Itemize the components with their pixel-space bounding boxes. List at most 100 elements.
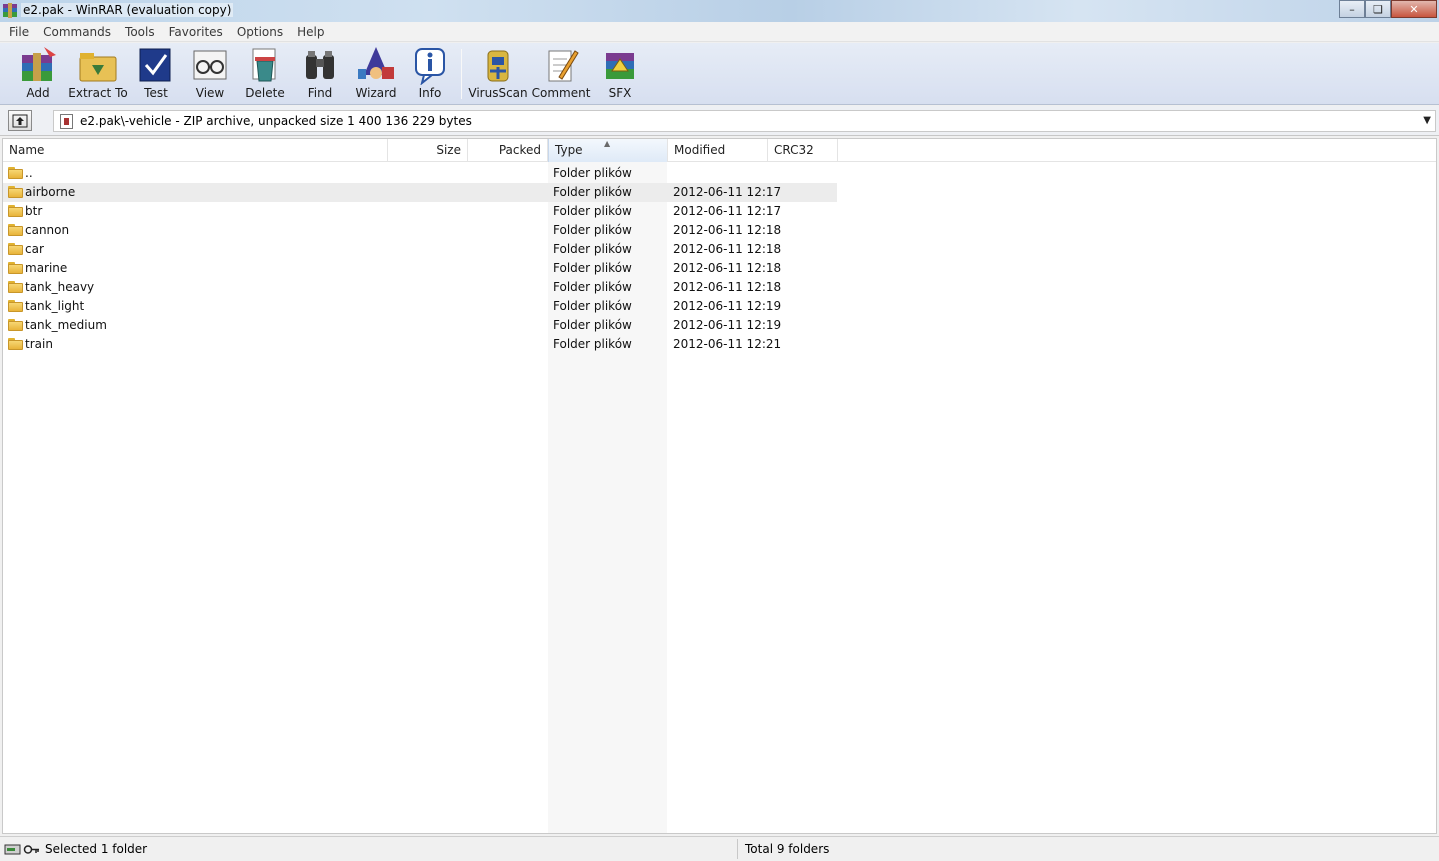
row-type: Folder plików — [553, 166, 632, 180]
comment-icon — [539, 45, 583, 85]
add-archive-icon — [16, 45, 60, 85]
row-modified: 2012-06-11 12:19 — [673, 299, 782, 313]
column-crc32[interactable]: CRC32 — [768, 139, 838, 162]
path-dropdown-icon[interactable]: ▼ — [1423, 115, 1431, 126]
table-row[interactable]: train Folder plików 2012-06-11 12:21 — [3, 335, 1436, 354]
sfx-label: SFX — [608, 86, 632, 100]
close-button[interactable]: ✕ — [1391, 0, 1437, 18]
table-row[interactable]: tank_light Folder plików 2012-06-11 12:19 — [3, 297, 1436, 316]
table-row[interactable]: tank_medium Folder plików 2012-06-11 12:19 — [3, 316, 1436, 335]
wizard-label: Wizard — [355, 86, 397, 100]
row-modified: 2012-06-11 12:19 — [673, 318, 782, 332]
menu-file[interactable]: File — [2, 22, 36, 42]
table-row[interactable]: cannon Folder plików 2012-06-11 12:18 — [3, 221, 1436, 240]
column-size[interactable]: Size — [388, 139, 468, 162]
table-row[interactable]: marine Folder plików 2012-06-11 12:18 — [3, 259, 1436, 278]
window-controls: – ❏ ✕ — [1339, 0, 1437, 18]
column-header: Name Size Packed Type ▲ Modified CRC32 — [3, 139, 1436, 162]
row-name: tank_medium — [25, 318, 107, 332]
column-modified[interactable]: Modified — [668, 139, 768, 162]
file-list[interactable]: Name Size Packed Type ▲ Modified CRC32 .… — [2, 138, 1437, 834]
wizard-button[interactable]: Wizard — [353, 45, 399, 101]
table-row[interactable]: .. Folder plików — [3, 164, 1436, 183]
sfx-button[interactable]: SFX — [598, 45, 642, 101]
menu-options[interactable]: Options — [230, 22, 290, 42]
extract-to-button[interactable]: Extract To — [68, 45, 128, 101]
status-selection: Selected 1 folder — [45, 842, 148, 856]
status-total: Total 9 folders — [745, 842, 830, 856]
archive-path-field[interactable]: e2.pak\-vehicle - ZIP archive, unpacked … — [53, 110, 1436, 132]
table-row[interactable]: car Folder plików 2012-06-11 12:18 — [3, 240, 1436, 259]
folder-icon — [8, 300, 23, 312]
extract-to-label: Extract To — [68, 86, 128, 100]
extract-to-icon — [76, 45, 120, 85]
toolbar-separator — [461, 49, 462, 99]
test-button[interactable]: Test — [134, 45, 178, 101]
view-button[interactable]: View — [188, 45, 232, 101]
row-name: .. — [25, 166, 33, 180]
virusscan-label: VirusScan — [468, 86, 528, 100]
row-modified: 2012-06-11 12:18 — [673, 261, 782, 275]
menu-favorites[interactable]: Favorites — [162, 22, 230, 42]
status-divider — [737, 839, 738, 859]
folder-icon — [8, 186, 23, 198]
view-icon — [188, 45, 232, 85]
add-label: Add — [26, 86, 50, 100]
row-name: marine — [25, 261, 68, 275]
column-name[interactable]: Name — [3, 139, 388, 162]
wizard-icon — [354, 45, 398, 85]
sfx-icon — [598, 45, 642, 85]
up-arrow-icon — [12, 114, 28, 127]
drive-key-icon — [4, 844, 39, 855]
virusscan-icon — [476, 45, 520, 85]
find-button[interactable]: Find — [298, 45, 342, 101]
title-bar: e2.pak - WinRAR (evaluation copy) – ❏ ✕ — [0, 0, 1439, 22]
folder-icon — [8, 319, 23, 331]
info-label: Info — [418, 86, 442, 100]
up-one-level-button[interactable] — [8, 110, 32, 131]
row-type: Folder plików — [553, 280, 632, 294]
row-type: Folder plików — [553, 242, 632, 256]
delete-icon — [243, 45, 287, 85]
folder-icon — [8, 224, 23, 236]
row-name: tank_heavy — [25, 280, 95, 294]
row-type: Folder plików — [553, 261, 632, 275]
find-label: Find — [307, 86, 333, 100]
test-label: Test — [144, 86, 168, 100]
window-title: e2.pak - WinRAR (evaluation copy) — [21, 3, 234, 17]
address-bar: e2.pak\-vehicle - ZIP archive, unpacked … — [0, 106, 1439, 136]
column-type[interactable]: Type ▲ — [548, 139, 668, 162]
table-row[interactable]: btr Folder plików 2012-06-11 12:17 — [3, 202, 1436, 221]
sort-ascending-icon: ▲ — [604, 139, 611, 148]
maximize-button[interactable]: ❏ — [1365, 0, 1391, 18]
row-name: tank_light — [25, 299, 85, 313]
row-name: btr — [25, 204, 43, 218]
table-row[interactable]: tank_heavy Folder plików 2012-06-11 12:18 — [3, 278, 1436, 297]
row-name: car — [25, 242, 44, 256]
delete-label: Delete — [245, 86, 285, 100]
folder-icon — [8, 243, 23, 255]
comment-button[interactable]: Comment — [532, 45, 590, 101]
menu-commands[interactable]: Commands — [36, 22, 118, 42]
row-modified: 2012-06-11 12:18 — [673, 242, 782, 256]
add-button[interactable]: Add — [14, 45, 62, 101]
toolbar: Add Extract To Test View Delete Find Wiz… — [0, 43, 1439, 105]
table-row[interactable]: airborne Folder plików 2012-06-11 12:17 — [3, 183, 1436, 202]
folder-icon — [8, 338, 23, 350]
menu-tools[interactable]: Tools — [118, 22, 162, 42]
folder-icon — [8, 167, 23, 179]
info-button[interactable]: Info — [408, 45, 452, 101]
menu-help[interactable]: Help — [290, 22, 331, 42]
column-packed[interactable]: Packed — [468, 139, 548, 162]
delete-button[interactable]: Delete — [243, 45, 287, 101]
row-type: Folder plików — [553, 223, 632, 237]
minimize-button[interactable]: – — [1339, 0, 1365, 18]
virusscan-button[interactable]: VirusScan — [468, 45, 528, 101]
info-icon — [408, 45, 452, 85]
row-name: cannon — [25, 223, 70, 237]
row-name: train — [25, 337, 53, 351]
winrar-app-icon[interactable] — [2, 3, 18, 18]
folder-icon — [8, 281, 23, 293]
row-modified: 2012-06-11 12:18 — [673, 280, 782, 294]
status-bar: Selected 1 folder Total 9 folders — [0, 836, 1439, 861]
